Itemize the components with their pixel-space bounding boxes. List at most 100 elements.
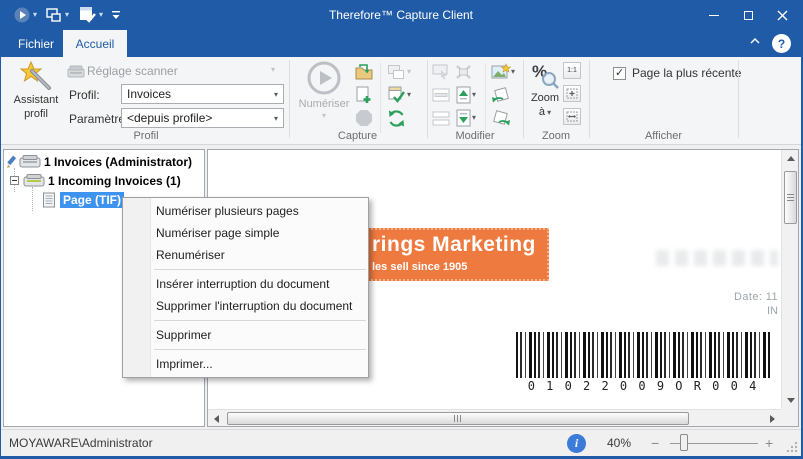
validate-document-dropdown[interactable]: ▾ <box>407 90 411 99</box>
tab-fichier[interactable]: Fichier <box>9 30 63 57</box>
profil-combobox[interactable]: Invoices <box>121 84 284 104</box>
context-menu: Numériser plusieurs pages Numériser page… <box>122 197 369 378</box>
arrow-left-icon <box>214 414 219 423</box>
assistant-profil-label-2: profil <box>24 107 48 120</box>
scanner-tray-icon <box>23 174 45 187</box>
document-date-text: Date: 11 <box>734 291 778 303</box>
rotate-left-button[interactable] <box>490 84 512 106</box>
zoom-percent-value: 40% <box>607 436 632 450</box>
rotate-right-button[interactable] <box>490 107 512 129</box>
help-button[interactable] <box>772 34 791 53</box>
zoom-slider-thumb[interactable] <box>680 434 688 451</box>
ribbon-tab-row: Fichier Accueil <box>1 30 801 57</box>
tree-item-invoices[interactable]: 1 Invoices (Administrator) <box>6 153 192 170</box>
document-date-text-2: IN <box>767 305 778 317</box>
group-label-profil: Profil <box>133 130 159 142</box>
group-label-capture: Capture <box>337 130 378 142</box>
assistant-profil-label-1: Assistant <box>13 94 59 106</box>
menu-item-inserer-interruption[interactable]: Insérer interruption du document <box>123 273 368 295</box>
app-window: Therefore™ Capture Client Fichier Accuei… <box>0 0 803 459</box>
vertical-scroll-thumb[interactable] <box>784 171 797 224</box>
refresh-button[interactable] <box>385 107 407 129</box>
play-circle-icon <box>14 7 30 23</box>
horizontal-scroll-thumb[interactable] <box>227 412 689 425</box>
info-icon[interactable] <box>567 434 586 453</box>
menu-item-supprimer[interactable]: Supprimer <box>123 324 368 346</box>
tab-accueil[interactable]: Accueil <box>63 30 127 57</box>
zoom-in-button[interactable] <box>765 435 773 451</box>
maximize-button[interactable] <box>731 0 765 30</box>
barcode-image <box>516 332 770 378</box>
add-page-button[interactable] <box>353 84 375 106</box>
tree-item-page-tif[interactable]: Page (TIF) <box>6 191 125 208</box>
arrow-up-icon <box>786 156 795 161</box>
delete-page-button <box>452 61 474 83</box>
move-down-dropdown[interactable]: ▾ <box>472 113 476 122</box>
barcode-digits: 0 1 0 2 2 0 0 9 O R 0 0 4 <box>527 379 759 393</box>
copy-pages-icon <box>46 8 61 22</box>
collapse-ribbon-button[interactable] <box>749 37 761 45</box>
zoom-actual-size-button[interactable]: 1:1 <box>563 62 581 79</box>
qat-scan-button[interactable] <box>11 4 39 26</box>
ribbon: Assistant profil Réglage scanner ▾ Profi… <box>1 57 801 145</box>
move-up-dropdown[interactable]: ▾ <box>472 90 476 99</box>
scanner-tray-icon <box>19 155 41 168</box>
move-page-down-button[interactable] <box>452 107 474 129</box>
document-check-icon <box>80 7 96 23</box>
qat-validate-document-button[interactable] <box>75 4 105 26</box>
qat-copy-pages-button[interactable] <box>43 4 71 26</box>
scroll-left-button[interactable] <box>208 410 225 427</box>
scrollbar-corner <box>781 409 798 426</box>
parametre-combobox[interactable]: <depuis profile> <box>121 108 284 128</box>
title-bar: Therefore™ Capture Client <box>1 0 801 30</box>
image-options-dropdown[interactable]: ▾ <box>511 67 515 76</box>
scroll-up-button[interactable] <box>782 150 799 167</box>
zoom-fit-page-button[interactable] <box>563 85 581 102</box>
menu-item-numeriser-plusieurs-pages[interactable]: Numériser plusieurs pages <box>123 200 368 222</box>
assistant-profil-button[interactable]: Assistant profil <box>7 59 65 130</box>
scan-to-folder-button[interactable] <box>353 61 375 83</box>
vertical-scrollbar[interactable] <box>781 150 798 409</box>
zoom-fit-width-button[interactable] <box>563 108 581 125</box>
move-page-up-button[interactable] <box>452 84 474 106</box>
banner-title: rings Marketing <box>372 233 536 256</box>
qat-customize-button[interactable] <box>109 4 123 26</box>
image-options-button[interactable] <box>490 61 512 83</box>
menu-item-supprimer-interruption[interactable]: Supprimer l'interruption du document <box>123 295 368 317</box>
validate-document-button[interactable] <box>385 84 407 106</box>
profil-label: Profil: <box>69 88 100 102</box>
maximize-icon <box>743 10 753 20</box>
zoom-out-button[interactable] <box>651 435 659 451</box>
tree-item-label: 1 Incoming Invoices (1) <box>48 173 181 188</box>
tree-item-incoming-invoices[interactable]: 1 Incoming Invoices (1) <box>6 172 181 189</box>
menu-separator <box>154 269 366 270</box>
banner-subtitle: les sell since 1905 <box>372 261 468 273</box>
page-recente-checkbox[interactable] <box>613 66 626 80</box>
faint-print-text <box>656 250 778 266</box>
fit-page-icon <box>566 88 578 99</box>
split-document-button <box>430 107 452 129</box>
status-bar: MOYAWARE\Administrator 40% <box>1 429 801 456</box>
scroll-right-button[interactable] <box>764 410 781 427</box>
minimize-button[interactable] <box>697 0 731 30</box>
merge-document-button <box>430 84 452 106</box>
menu-item-renumeriser[interactable]: Renumériser <box>123 244 368 266</box>
reglage-scanner-button[interactable]: Réglage scanner <box>87 64 178 78</box>
page-recente-label: Page la plus récente <box>632 66 742 80</box>
scanner-icon <box>65 61 87 83</box>
resize-grip[interactable] <box>785 440 798 453</box>
group-label-afficher: Afficher <box>644 130 683 142</box>
close-button[interactable] <box>765 0 799 30</box>
select-page-button <box>430 61 452 83</box>
zoom-a-button[interactable]: % Zoom à ▾ <box>525 59 565 130</box>
copy-pages-button <box>385 61 407 83</box>
tree-item-label-selected: Page (TIF) <box>60 191 125 208</box>
zoom-a-label-1: Zoom <box>530 92 560 104</box>
numeriser-button[interactable]: Numériser ▾ <box>295 59 353 130</box>
menu-item-imprimer[interactable]: Imprimer... <box>123 353 368 375</box>
horizontal-scrollbar[interactable] <box>208 409 781 426</box>
menu-item-numeriser-page-simple[interactable]: Numériser page simple <box>123 222 368 244</box>
scroll-down-button[interactable] <box>782 392 799 409</box>
collapse-expander[interactable] <box>10 176 19 185</box>
zoom-percent-icon: % <box>532 62 559 89</box>
